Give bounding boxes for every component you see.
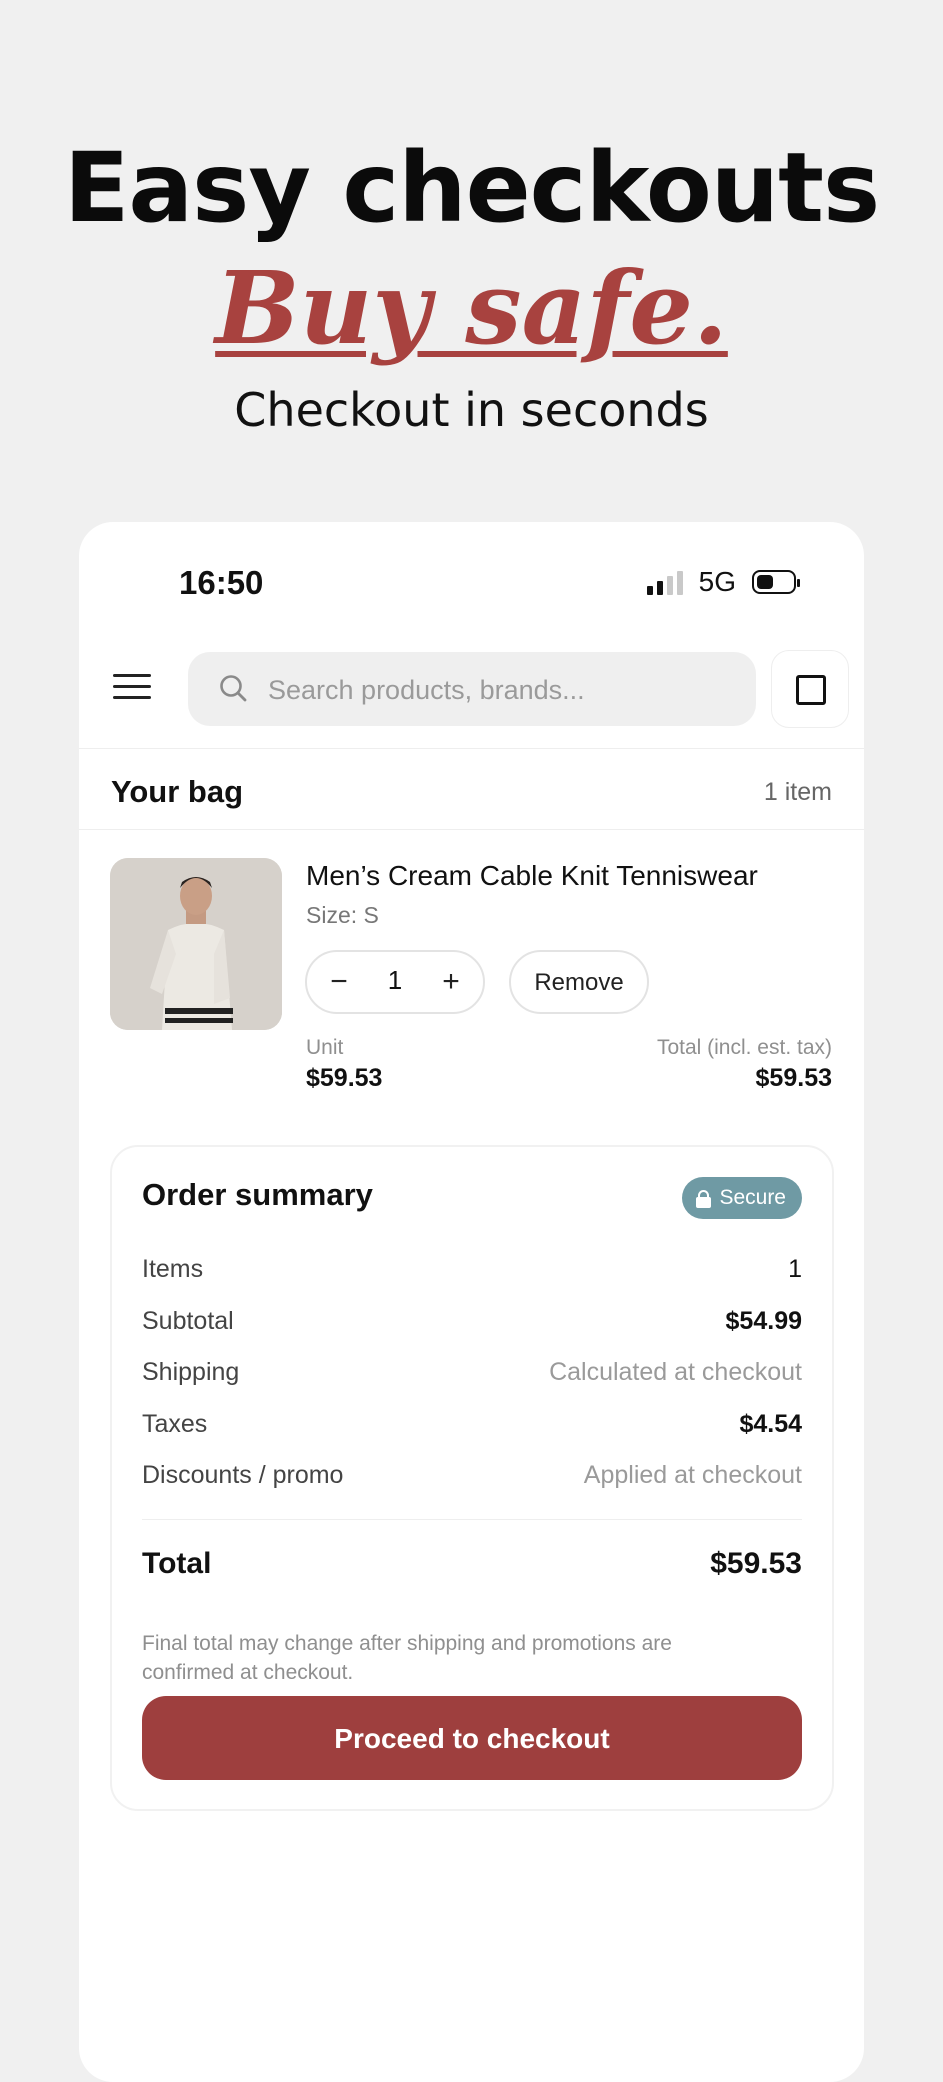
summary-row-subtotal: Subtotal $54.99: [142, 1307, 802, 1343]
summary-row-value: $54.99: [725, 1307, 802, 1335]
hero-title: Easy checkouts: [63, 132, 880, 244]
summary-row-value: Applied at checkout: [583, 1461, 802, 1489]
search-input[interactable]: [266, 652, 740, 728]
summary-row-taxes: Taxes $4.54: [142, 1410, 802, 1446]
status-indicators: 5G: [646, 566, 800, 598]
summary-total-label: Total: [142, 1547, 212, 1580]
square-button[interactable]: [771, 650, 849, 728]
bag-divider: [79, 829, 864, 830]
product-name[interactable]: Men’s Cream Cable Knit Tenniswear: [306, 860, 758, 892]
hero-subtitle: Checkout in seconds: [234, 383, 709, 437]
summary-row-label: Shipping: [142, 1358, 240, 1386]
secure-label: Secure: [719, 1186, 786, 1209]
proceed-to-checkout-button[interactable]: Proceed to checkout: [142, 1696, 802, 1780]
phone-screen: 16:50 5G Your bag 1 item: [79, 522, 864, 2082]
signal-icon: [646, 569, 683, 595]
item-total-label: Total (incl. est. tax): [656, 1036, 832, 1059]
hamburger-menu-icon[interactable]: [113, 672, 153, 702]
summary-row-label: Items: [142, 1255, 204, 1283]
lock-icon: [696, 1190, 712, 1208]
summary-divider: [142, 1519, 802, 1520]
search-bar[interactable]: [188, 652, 756, 728]
summary-note: Final total may change after shipping an…: [142, 1632, 672, 1684]
summary-row-label: Taxes: [142, 1410, 208, 1438]
order-summary-card: Order summary Secure Items 1 Subtotal $5…: [110, 1145, 834, 1811]
network-label: 5G: [698, 566, 736, 597]
unit-price: $59.53: [306, 1064, 383, 1092]
header-divider: [79, 748, 864, 749]
bag-item-count: 1 item: [763, 778, 832, 806]
summary-row-value: 1: [788, 1255, 802, 1283]
quantity-stepper: − 1 +: [305, 950, 485, 1014]
summary-row-shipping: Shipping Calculated at checkout: [142, 1358, 802, 1394]
status-time: 16:50: [179, 564, 264, 601]
summary-row-items: Items 1: [142, 1255, 802, 1291]
summary-row-value: Calculated at checkout: [549, 1358, 802, 1386]
product-photo-illustration: [110, 858, 282, 1030]
bag-title: Your bag: [111, 774, 244, 809]
summary-row-value: $4.54: [739, 1410, 802, 1438]
battery-icon: [752, 570, 800, 594]
remove-button[interactable]: Remove: [509, 950, 649, 1014]
product-image[interactable]: [110, 858, 282, 1030]
product-size: Size: S: [306, 902, 379, 928]
unit-price-label: Unit: [306, 1036, 344, 1059]
summary-total-value: $59.53: [710, 1547, 802, 1580]
hero-accent-text: Buy safe.: [215, 249, 728, 367]
summary-row-label: Discounts / promo: [142, 1461, 344, 1489]
order-summary-title: Order summary: [142, 1177, 373, 1212]
search-icon: [220, 675, 247, 702]
summary-row-discounts: Discounts / promo Applied at checkout: [142, 1461, 802, 1497]
secure-badge: Secure: [682, 1177, 802, 1219]
square-icon: [796, 675, 826, 705]
increase-quantity-button[interactable]: +: [433, 964, 469, 1000]
summary-row-label: Subtotal: [142, 1307, 234, 1335]
item-total-price: $59.53: [755, 1064, 832, 1092]
